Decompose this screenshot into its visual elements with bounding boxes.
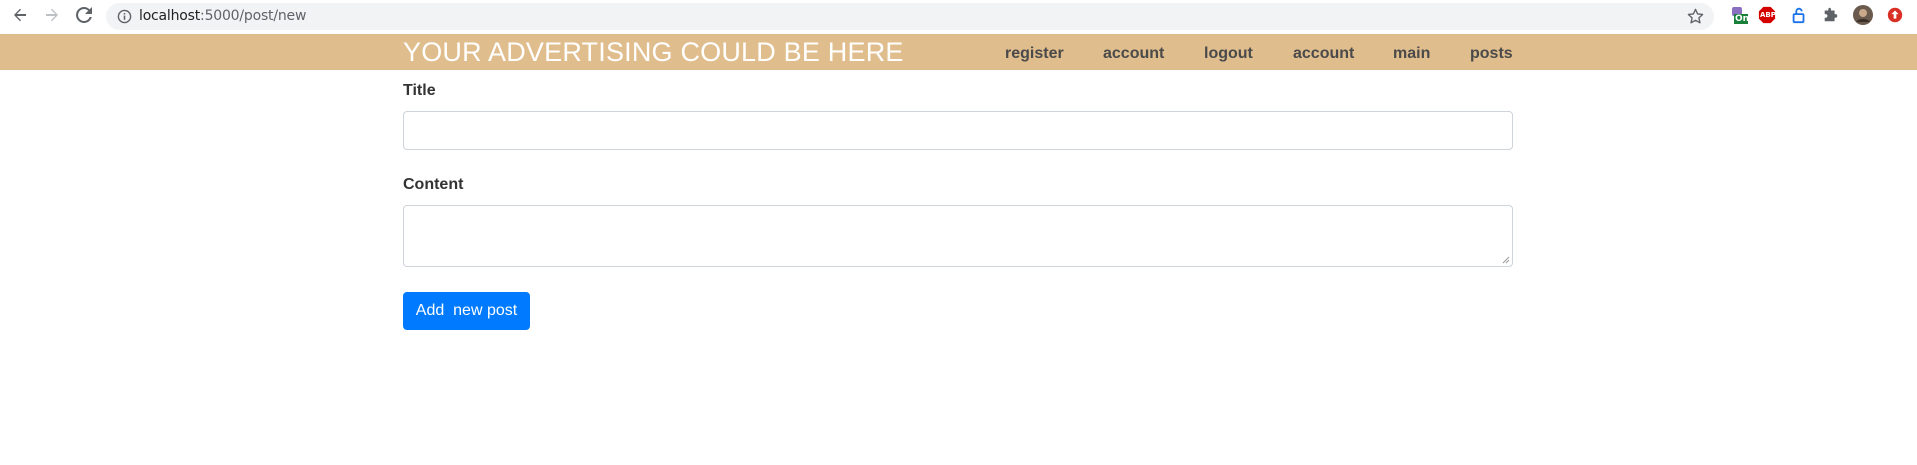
add-post-button[interactable]: Add new post	[403, 292, 530, 330]
nav-link-account[interactable]: account	[1103, 45, 1164, 63]
forward-icon[interactable]	[42, 5, 62, 25]
lock-extension-icon[interactable]	[1789, 5, 1809, 25]
on-badge-text: On	[1735, 14, 1750, 24]
site-info-icon[interactable]	[117, 9, 132, 24]
browser-toolbar: localhost:5000/post/new On ABP	[0, 0, 1917, 34]
red-upload-icon[interactable]	[1885, 5, 1905, 25]
adblock-text: ABP	[1760, 11, 1776, 19]
nav-link-logout[interactable]: logout	[1204, 45, 1253, 63]
adblock-icon[interactable]: ABP	[1757, 5, 1777, 25]
address-bar[interactable]: localhost:5000/post/new	[106, 3, 1714, 30]
resize-grip-icon[interactable]	[1502, 256, 1510, 264]
back-icon[interactable]	[10, 5, 30, 25]
url-text[interactable]: localhost:5000/post/new	[139, 8, 306, 24]
profile-avatar[interactable]	[1853, 5, 1873, 25]
nav-link-register[interactable]: register	[1005, 45, 1064, 63]
content-textarea[interactable]	[403, 205, 1513, 267]
puzzle-extensions-icon[interactable]	[1821, 5, 1841, 25]
on-badge-extension-icon[interactable]: On	[1729, 5, 1749, 25]
nav-link-account-2[interactable]: account	[1293, 45, 1354, 63]
title-input[interactable]	[403, 111, 1513, 150]
bookmark-star-icon[interactable]	[1687, 8, 1704, 25]
content-label: Content	[403, 176, 464, 193]
reload-icon[interactable]	[74, 5, 94, 25]
site-brand[interactable]: YOUR ADVERTISING COULD BE HERE	[403, 37, 904, 68]
nav-link-posts[interactable]: posts	[1470, 45, 1513, 63]
site-header: YOUR ADVERTISING COULD BE HERE register …	[0, 34, 1917, 70]
url-path: :5000/post/new	[200, 8, 307, 24]
url-host: localhost	[139, 8, 201, 24]
nav-link-main[interactable]: main	[1393, 45, 1430, 63]
title-label: Title	[403, 82, 436, 99]
